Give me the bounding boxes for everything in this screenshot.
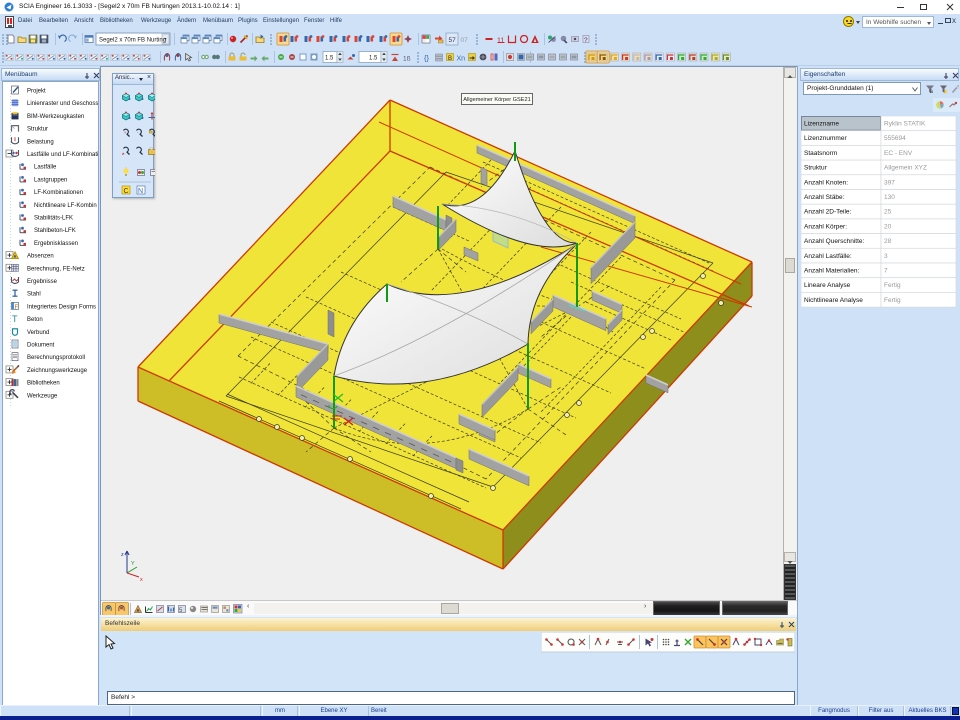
svg-text:Allgemein XYZ: Allgemein XYZ	[884, 165, 927, 172]
svg-text:20: 20	[884, 223, 892, 230]
svg-text:Belastung: Belastung	[27, 139, 54, 145]
svg-text:C: C	[124, 188, 129, 195]
svg-text:57: 57	[449, 37, 457, 44]
svg-text:z: z	[121, 552, 124, 558]
svg-text:Staatsnorm: Staatsnorm	[804, 150, 837, 157]
svg-text:Anzahl Stäbe:: Anzahl Stäbe:	[804, 194, 845, 201]
svg-text:Integriertes Design Forms: Integriertes Design Forms	[27, 304, 96, 310]
svg-text:7: 7	[884, 268, 888, 275]
svg-text:F: F	[15, 305, 19, 311]
svg-text:Struktur: Struktur	[27, 127, 48, 133]
svg-text:Bibliotheken: Bibliotheken	[27, 381, 60, 387]
svg-text:1.5: 1.5	[369, 56, 378, 62]
svg-text:LF-Kombinationen: LF-Kombinationen	[34, 190, 83, 196]
svg-text:Stahlbeton-LFK: Stahlbeton-LFK	[34, 228, 76, 234]
svg-text:Nichtlineare LF-Kombin: Nichtlineare LF-Kombin	[34, 203, 97, 209]
svg-text:-: -	[137, 130, 139, 135]
svg-text:Zeichnungswerkzeuge: Zeichnungswerkzeuge	[27, 368, 88, 374]
svg-text:Anzahl Lastfälle:: Anzahl Lastfälle:	[804, 253, 852, 260]
svg-text:T: T	[12, 314, 18, 324]
svg-text:397: 397	[884, 179, 895, 186]
svg-text:EC - ENV: EC - ENV	[884, 150, 913, 157]
svg-text:Absenzen: Absenzen	[27, 254, 54, 260]
svg-text:B: B	[448, 56, 452, 62]
svg-text:x: x	[140, 577, 143, 583]
svg-text:1ß: 1ß	[403, 56, 411, 63]
svg-text:Xn: Xn	[457, 56, 466, 63]
svg-text:Linienraster und Geschosse: Linienraster und Geschosse	[27, 101, 98, 107]
svg-text:Dokument: Dokument	[27, 343, 55, 349]
svg-text:N: N	[138, 188, 143, 195]
svg-text:Beton: Beton	[27, 317, 43, 323]
svg-text:Stabilitäts-LFK: Stabilitäts-LFK	[34, 216, 73, 222]
svg-text:1.5: 1.5	[325, 56, 334, 62]
svg-text:{}: {}	[424, 54, 430, 63]
svg-text:Anzahl Körper:: Anzahl Körper:	[804, 223, 847, 230]
svg-text:Ergebnisklassen: Ergebnisklassen	[34, 241, 78, 247]
svg-text:Anzahl Querschnitte:: Anzahl Querschnitte:	[804, 238, 865, 245]
svg-text:?: ?	[584, 37, 588, 44]
svg-text:BIM-Werkzeugkasten: BIM-Werkzeugkasten	[27, 114, 84, 120]
svg-text:Anzahl 2D-Teile:: Anzahl 2D-Teile:	[804, 209, 852, 216]
svg-text:555694: 555694	[884, 135, 906, 142]
svg-text:Stahl: Stahl	[27, 292, 41, 298]
svg-text:Fertig: Fertig	[884, 282, 901, 289]
svg-text:07: 07	[461, 37, 469, 44]
svg-text:130: 130	[884, 194, 895, 201]
svg-text:Y: Y	[131, 561, 135, 567]
svg-text:11: 11	[497, 38, 504, 45]
svg-text:3: 3	[884, 253, 888, 260]
svg-text:Ryklin STATIK: Ryklin STATIK	[884, 121, 926, 128]
svg-text:Berechnungsprotokoll: Berechnungsprotokoll	[27, 355, 85, 361]
svg-text:Lastfälle und LF-Kombinatic: Lastfälle und LF-Kombinatic	[27, 152, 98, 158]
svg-text:28: 28	[884, 238, 892, 245]
svg-text:Nichtlineare Analyse: Nichtlineare Analyse	[804, 297, 863, 304]
svg-text:Lizenznummer: Lizenznummer	[804, 135, 847, 142]
svg-text:Anzahl Materialien:: Anzahl Materialien:	[804, 268, 859, 275]
svg-text:Berechnung, FE-Netz: Berechnung, FE-Netz	[27, 266, 85, 272]
svg-text:25: 25	[884, 209, 892, 216]
svg-text:Lineare Analyse: Lineare Analyse	[804, 282, 851, 289]
svg-text:Struktur: Struktur	[804, 165, 828, 172]
svg-text:Lizenzname: Lizenzname	[804, 121, 839, 128]
svg-text:Lastfälle: Lastfälle	[34, 165, 57, 171]
svg-text:Segel2 x 70m FB Nurting: Segel2 x 70m FB Nurting	[99, 38, 166, 44]
svg-text:Werkzeuge: Werkzeuge	[27, 393, 58, 399]
svg-text:+: +	[124, 130, 127, 135]
svg-text:a: a	[930, 89, 934, 95]
svg-text:Fertig: Fertig	[884, 297, 901, 304]
svg-text:Projekt: Projekt	[27, 89, 46, 95]
svg-text:Verbund: Verbund	[27, 330, 49, 336]
svg-text:Lastgruppen: Lastgruppen	[34, 177, 67, 183]
svg-text:Ergebnisse: Ergebnisse	[27, 279, 58, 285]
svg-text:Anzahl Knoten:: Anzahl Knoten:	[804, 179, 848, 186]
